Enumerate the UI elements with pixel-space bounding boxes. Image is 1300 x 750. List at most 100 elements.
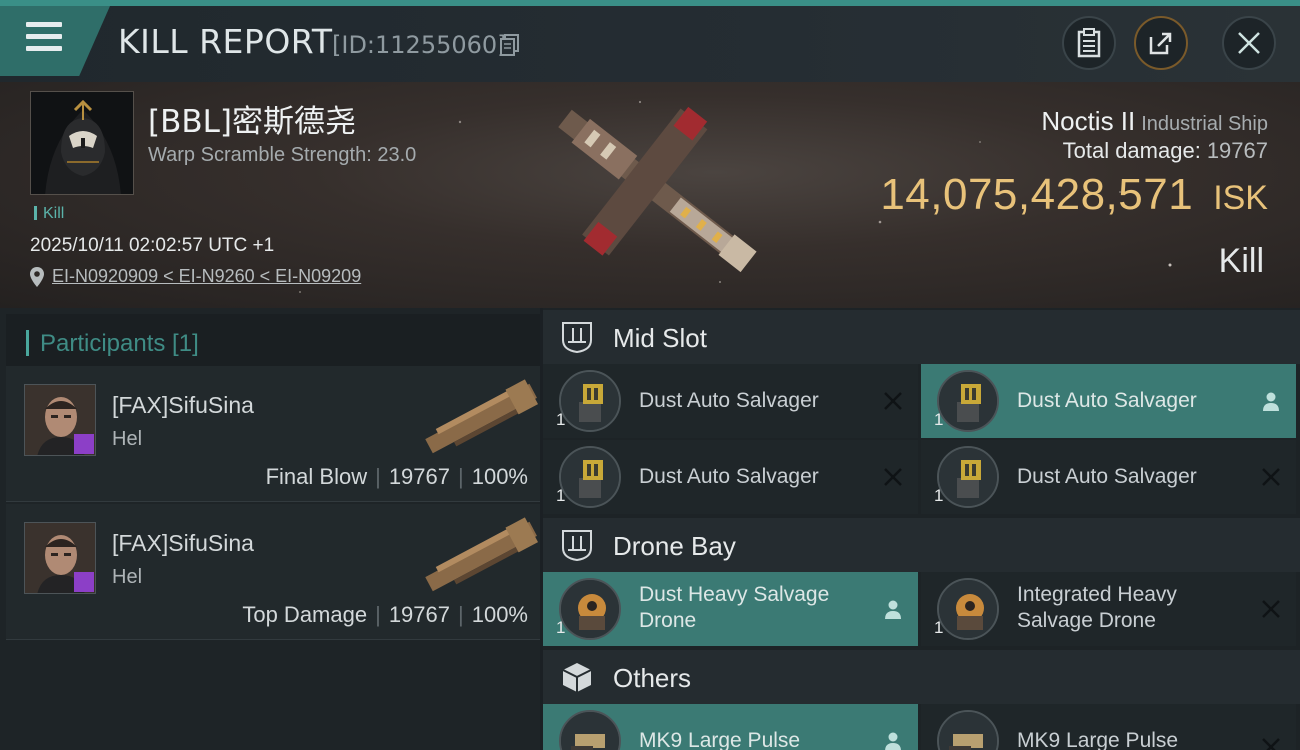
close-button[interactable] bbox=[1222, 16, 1276, 70]
module-item[interactable]: 1 Dust Auto Salvager bbox=[543, 364, 918, 438]
participant-percent: 100% bbox=[471, 602, 528, 627]
avatar bbox=[24, 522, 96, 594]
fitting-panel: Mid Slot 1 Dust Auto Salvager 1 Dust Aut… bbox=[543, 308, 1300, 750]
item-name-line: Drone bbox=[639, 609, 697, 632]
section-title: Drone Bay bbox=[613, 531, 736, 561]
mid-slot-icon bbox=[562, 322, 592, 354]
close-icon[interactable] bbox=[882, 390, 904, 412]
close-icon[interactable] bbox=[1260, 598, 1282, 620]
participant-name: [FAX]SifuSina bbox=[112, 392, 254, 418]
salvager-module-icon bbox=[937, 370, 999, 432]
salvager-module-icon bbox=[559, 446, 621, 508]
cube-icon bbox=[562, 663, 592, 692]
pulse-laser-icon bbox=[559, 710, 621, 750]
page-title: KILL REPORT bbox=[118, 22, 333, 61]
ship-class: Industrial Ship bbox=[1141, 113, 1268, 135]
isk-unit: ISK bbox=[1213, 179, 1268, 217]
participant-stats: Top Damage | 19767 | 100% bbox=[242, 602, 528, 627]
section-title: Others bbox=[613, 663, 692, 693]
drone-bay-icon bbox=[562, 530, 592, 562]
item-name-line: Salvage Drone bbox=[1017, 609, 1156, 632]
warp-scramble-strength: Warp Scramble Strength: 23.0 bbox=[148, 144, 417, 166]
item-name: Dust Auto Salvager bbox=[1017, 389, 1197, 412]
total-damage-value: 19767 bbox=[1206, 138, 1268, 163]
close-icon[interactable] bbox=[1260, 466, 1282, 488]
corp-badge-icon bbox=[74, 572, 94, 592]
section-header-mid-slot: Mid Slot bbox=[543, 310, 1300, 364]
drone-item[interactable]: 1 Dust Heavy Salvage Drone bbox=[543, 572, 918, 646]
close-icon bbox=[1238, 32, 1260, 54]
module-item[interactable]: 1 Dust Auto Salvager bbox=[921, 364, 1296, 438]
salvage-drone-icon bbox=[559, 578, 621, 640]
section-header-others: Others bbox=[543, 650, 1300, 704]
copy-icon[interactable] bbox=[500, 34, 520, 56]
item-quantity: 1 bbox=[934, 410, 944, 429]
salvager-module-icon bbox=[937, 446, 999, 508]
participant-ship: Hel bbox=[112, 428, 143, 450]
cargo-item[interactable]: MK9 Large Pulse bbox=[921, 704, 1296, 750]
participant-ship-image bbox=[425, 517, 539, 592]
salvage-drone-icon bbox=[937, 578, 999, 640]
close-icon[interactable] bbox=[1260, 736, 1282, 750]
participant-row[interactable]: [FAX]SifuSina Hel Top Damage | 19767 | 100% bbox=[6, 504, 540, 640]
top-accent-line bbox=[0, 0, 1300, 6]
salvager-module-icon bbox=[559, 370, 621, 432]
pulse-laser-icon bbox=[937, 710, 999, 750]
item-name: Integrated Heavy Salvage Drone bbox=[1017, 582, 1177, 634]
share-button[interactable] bbox=[1134, 16, 1188, 70]
corp-badge-icon bbox=[74, 434, 94, 454]
ship-name-line: Noctis II Industrial Ship bbox=[1041, 106, 1268, 137]
participant-damage: 19767 bbox=[388, 464, 450, 489]
item-quantity: 1 bbox=[556, 486, 566, 505]
result-label: Kill bbox=[1218, 242, 1264, 280]
total-damage: Total damage: 19767 bbox=[1063, 138, 1268, 164]
section-title: Mid Slot bbox=[613, 323, 707, 353]
participants-panel: Participants [1] [FAX]SifuSina Hel Final… bbox=[0, 308, 540, 750]
item-name: Dust Auto Salvager bbox=[639, 465, 819, 488]
isk-amount: 14,075,428,571 bbox=[880, 170, 1194, 219]
participant-row[interactable]: [FAX]SifuSina Hel Final Blow | 19767 | 100% bbox=[6, 366, 540, 502]
person-icon[interactable] bbox=[1260, 390, 1282, 412]
report-id: [ID:11255060] bbox=[332, 31, 507, 59]
kill-header: Kill [BBL]密斯德尧 Warp Scramble Strength: 2… bbox=[0, 82, 1300, 308]
module-item[interactable]: 1 Dust Auto Salvager bbox=[543, 440, 918, 514]
person-icon[interactable] bbox=[882, 598, 904, 620]
section-header-drone-bay: Drone Bay bbox=[543, 518, 1300, 572]
share-icon bbox=[1149, 32, 1172, 55]
location-path-link[interactable]: EI-N0920909 < EI-N9260 < EI-N09209 bbox=[52, 266, 361, 287]
participant-role: Top Damage bbox=[242, 602, 368, 627]
item-name: MK9 Large Pulse bbox=[1017, 729, 1179, 750]
participant-damage: 19767 bbox=[388, 602, 450, 627]
clipboard-button[interactable] bbox=[1062, 16, 1116, 70]
module-item[interactable]: 1 Dust Auto Salvager bbox=[921, 440, 1296, 514]
participant-stats: Final Blow | 19767 | 100% bbox=[265, 464, 528, 489]
participants-header: Participants [1] bbox=[6, 314, 540, 370]
item-quantity: 1 bbox=[556, 618, 566, 637]
total-damage-label: Total damage: bbox=[1062, 138, 1201, 163]
participant-ship: Hel bbox=[112, 566, 143, 588]
item-name-line: Dust Heavy Salvage bbox=[639, 583, 830, 606]
item-name: Dust Auto Salvager bbox=[639, 389, 819, 412]
participant-name: [FAX]SifuSina bbox=[112, 530, 254, 556]
victim-portrait[interactable] bbox=[30, 91, 134, 195]
item-name: Dust Auto Salvager bbox=[1017, 465, 1197, 488]
kill-datetime: 2025/10/11 02:02:57 UTC +1 bbox=[30, 235, 275, 256]
item-quantity: 1 bbox=[934, 618, 944, 637]
person-icon[interactable] bbox=[882, 730, 904, 750]
location-pin-icon bbox=[30, 266, 44, 287]
participant-role: Final Blow bbox=[265, 464, 368, 489]
clipboard-icon bbox=[1077, 28, 1101, 58]
drone-item[interactable]: 1 Integrated Heavy Salvage Drone bbox=[921, 572, 1296, 646]
ship-image[interactable] bbox=[530, 90, 780, 290]
participant-percent: 100% bbox=[471, 464, 528, 489]
close-icon[interactable] bbox=[882, 466, 904, 488]
ship-name[interactable]: Noctis II bbox=[1041, 106, 1135, 136]
kill-location[interactable]: EI-N0920909 < EI-N9260 < EI-N09209 bbox=[30, 266, 361, 287]
participant-ship-image bbox=[425, 379, 539, 454]
item-quantity: 1 bbox=[934, 486, 944, 505]
victim-name[interactable]: [BBL]密斯德尧 bbox=[148, 96, 356, 141]
item-name-line: Integrated Heavy bbox=[1017, 583, 1177, 606]
item-name: MK9 Large Pulse bbox=[639, 729, 801, 750]
cargo-item[interactable]: MK9 Large Pulse bbox=[543, 704, 918, 750]
hamburger-menu-icon[interactable] bbox=[26, 22, 62, 52]
